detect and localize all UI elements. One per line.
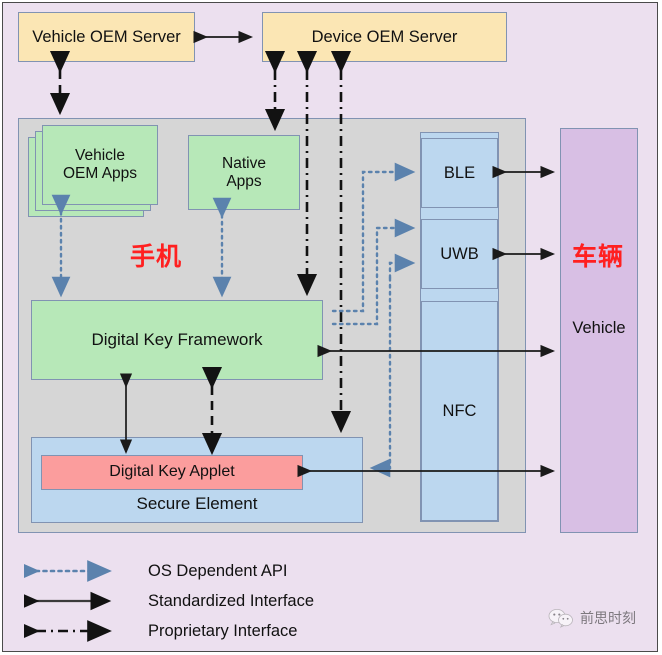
digital-key-framework-box[interactable]: Digital Key Framework <box>31 300 323 380</box>
digital-key-framework-label: Digital Key Framework <box>91 330 263 350</box>
nfc-box[interactable]: NFC <box>421 301 498 521</box>
watermark-text: 前思时刻 <box>580 611 636 627</box>
standardized-interface-line-icon <box>24 591 112 611</box>
legend-label-os-dependent-api: OS Dependent API <box>148 561 288 580</box>
digital-key-applet-box[interactable]: Digital Key Applet <box>41 455 303 490</box>
device-oem-server-box[interactable]: Device OEM Server <box>262 12 507 62</box>
proprietary-interface-line-icon <box>24 620 112 642</box>
wechat-icon <box>548 609 573 628</box>
native-apps-label-line1: Native <box>222 154 266 172</box>
vehicle-oem-server-box[interactable]: Vehicle OEM Server <box>18 12 195 62</box>
vehicle-label: Vehicle <box>572 319 626 337</box>
legend-label-standardized-interface: Standardized Interface <box>148 591 315 610</box>
vehicle-oem-server-label: Vehicle OEM Server <box>32 27 181 46</box>
ble-box[interactable]: BLE <box>421 138 498 208</box>
watermark: 前思时刻 <box>548 608 636 628</box>
digital-key-applet-label: Digital Key Applet <box>109 463 235 481</box>
secure-element-label: Secure Element <box>136 494 258 514</box>
legend-item-proprietary-interface: Proprietary Interface <box>24 616 314 646</box>
native-apps-box[interactable]: Native Apps <box>188 135 300 210</box>
nfc-label: NFC <box>442 401 477 420</box>
vehicle-oem-apps-label-line1: Vehicle <box>75 147 125 165</box>
legend-item-standardized-interface: Standardized Interface <box>24 586 314 616</box>
vehicle-oem-apps-label-line2: OEM Apps <box>62 165 138 182</box>
os-dependent-api-line-icon <box>24 560 112 582</box>
diagram-canvas: Vehicle OEM Server Device OEM Server 手机 … <box>0 0 662 655</box>
vehicle-oem-apps-box[interactable]: Vehicle OEM Apps <box>42 125 158 205</box>
uwb-label: UWB <box>440 244 479 263</box>
legend: OS Dependent API Standardized Interface <box>24 556 314 646</box>
uwb-box[interactable]: UWB <box>421 219 498 289</box>
native-apps-label-line2: Apps <box>226 172 262 190</box>
device-oem-server-label: Device OEM Server <box>311 27 458 46</box>
legend-item-os-dependent-api: OS Dependent API <box>24 556 314 586</box>
legend-label-proprietary-interface: Proprietary Interface <box>148 621 298 640</box>
vehicle-box[interactable]: Vehicle <box>560 128 638 533</box>
phone-region-label-cn: 手机 <box>130 242 183 271</box>
vehicle-region-label-cn: 车辆 <box>572 242 625 271</box>
ble-label: BLE <box>443 163 476 182</box>
